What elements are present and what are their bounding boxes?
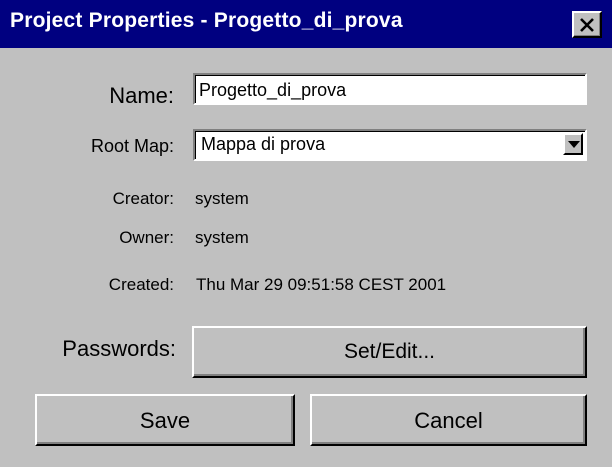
set-edit-button[interactable]: Set/Edit... (192, 326, 587, 378)
window-title: Project Properties - Progetto_di_prova (10, 9, 403, 32)
save-button[interactable]: Save (35, 394, 295, 446)
chevron-down-icon (568, 141, 580, 148)
rootmap-label: Root Map: (90, 136, 174, 156)
title-bar[interactable]: Project Properties - Progetto_di_prova (0, 0, 612, 48)
close-button[interactable] (572, 11, 602, 38)
name-label: Name: (109, 83, 174, 108)
rootmap-select[interactable]: Mappa di prova (193, 129, 587, 161)
created-value: Thu Mar 29 09:51:58 CEST 2001 (196, 275, 447, 294)
owner-value: system (195, 228, 249, 247)
set-edit-label: Set/Edit... (343, 340, 436, 363)
name-input[interactable] (193, 73, 587, 105)
rootmap-selected-value: Mappa di prova (201, 134, 326, 154)
save-label: Save (139, 408, 191, 433)
dropdown-arrow-button[interactable] (563, 133, 583, 155)
created-label: Created: (108, 275, 174, 294)
passwords-label: Passwords: (62, 336, 176, 361)
cancel-label: Cancel (414, 408, 483, 433)
owner-label: Owner: (119, 228, 174, 247)
cancel-button[interactable]: Cancel (310, 394, 587, 446)
creator-label: Creator: (112, 189, 174, 208)
creator-value: system (195, 189, 249, 208)
project-properties-dialog: Project Properties - Progetto_di_prova N… (0, 0, 612, 467)
close-x-icon (580, 18, 594, 32)
